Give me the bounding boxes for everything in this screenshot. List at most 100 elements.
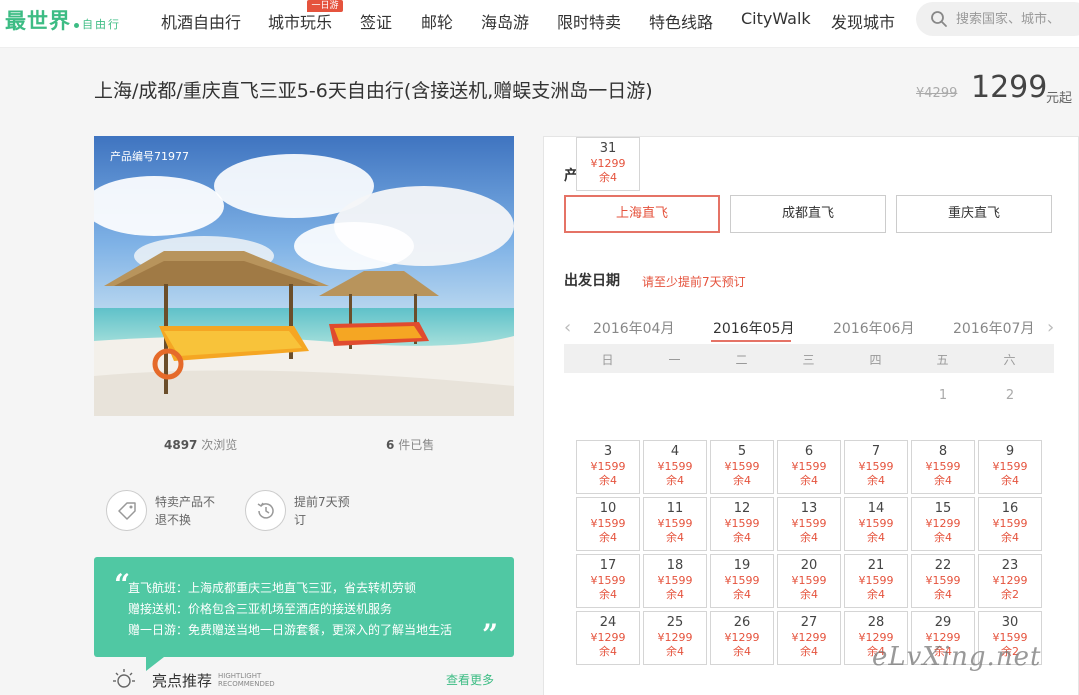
calendar-day[interactable]: 3 ¥1599 余4 [576,440,640,494]
site-logo[interactable]: 最世界 自由行 [5,5,121,35]
weekday-label: 五 [936,353,949,367]
calendar-day-number: 13 [800,501,818,516]
calendar-day[interactable]: 25 ¥1299 余4 [643,611,707,665]
calendar-day[interactable]: 19 ¥1599 余4 [710,554,774,608]
nav-item-special-routes[interactable]: 特色线路 [649,9,713,33]
month-tab[interactable]: 2016年04月 [593,318,674,338]
calendar-day[interactable]: 5 ¥1599 余4 [710,440,774,494]
calendar-day-price: ¥1599 [992,460,1028,473]
tag-icon [106,490,147,531]
calendar-day-number: 3 [603,444,613,459]
calendar-day-number: 18 [666,558,684,573]
type-button-shanghai[interactable]: 上海直飞 [564,195,720,233]
calendar-day[interactable]: 13 ¥1599 余4 [777,497,841,551]
weekday-header: 日 一 二 三 四 五 六 [564,344,1054,373]
nav-item-island[interactable]: 海岛游 [481,9,529,33]
search-box [916,2,1079,36]
prev-month-arrow-icon[interactable]: ‹ [564,317,571,338]
calendar-day-price: ¥1599 [657,460,693,473]
month-tab[interactable]: 2016年07月 [953,318,1034,338]
view-count-number: 4897 [164,438,198,452]
calendar-day[interactable]: 22 ¥1599 余4 [911,554,975,608]
calendar-day[interactable]: 27 ¥1299 余4 [777,611,841,665]
nav-item-city-fun[interactable]: 城市玩乐 [268,9,332,33]
search-icon[interactable] [930,10,948,28]
calendar-day-price: ¥1599 [791,460,827,473]
nav-item-cruise[interactable]: 邮轮 [421,9,453,33]
calendar-day-number: 19 [733,558,751,573]
type-button-chongqing[interactable]: 重庆直飞 [896,195,1052,233]
calendar-day[interactable]: 12 ¥1599 余4 [710,497,774,551]
nav-item-citywalk[interactable]: CityWalk [741,9,811,28]
calendar-day[interactable]: 18 ¥1599 余4 [643,554,707,608]
product-title: 上海/成都/重庆直飞三亚5-6天自由行(含接送机,赠蜈支洲岛一日游) [94,80,653,102]
close-quote-icon: ” [482,618,499,651]
calendar-day-price: ¥1599 [590,574,626,587]
calendar-day-remaining: 余4 [934,474,952,487]
calendar-day[interactable]: 17 ¥1599 余4 [576,554,640,608]
calendar-day-number: 17 [599,558,617,573]
calendar-day[interactable]: 26 ¥1299 余4 [710,611,774,665]
logo-sub-text: 自由行 [82,18,121,31]
weekday-label: 二 [735,353,748,367]
nav-item-flight-hotel[interactable]: 机酒自由行 [161,9,241,33]
calendar-day-price: ¥1299 [590,157,626,170]
calendar-day-number: 11 [666,501,684,516]
calendar-day-number: 4 [670,444,680,459]
calendar-day-number: 20 [800,558,818,573]
type-button-chengdu[interactable]: 成都直飞 [730,195,886,233]
calendar-day-remaining: 余4 [599,171,617,184]
calendar-day-remaining: 余4 [800,645,818,658]
calendar-day-number: 7 [871,444,881,459]
calendar-day-number: 10 [599,501,617,516]
search-input[interactable] [956,2,1079,36]
section-subtitle: HIGHTLIGHT RECOMMENDED [218,672,275,688]
calendar-day[interactable]: 24 ¥1299 余4 [576,611,640,665]
calendar-day-number: 29 [934,615,952,630]
calendar-day-number: 9 [1005,444,1015,459]
calendar-day[interactable]: 16 ¥1599 余4 [978,497,1042,551]
calendar-day[interactable]: 10 ¥1599 余4 [576,497,640,551]
original-price: ¥4299 [916,86,958,101]
nav-item-discover-city[interactable]: 发现城市 [831,9,895,33]
calendar-day-price: ¥1599 [657,517,693,530]
nav-item-flash-sale[interactable]: 限时特卖 [557,9,621,33]
see-more-link[interactable]: 查看更多 [446,671,494,688]
calendar-day-price: ¥1599 [657,574,693,587]
weekday-label: 一 [668,353,681,367]
calendar-day[interactable]: 11 ¥1599 余4 [643,497,707,551]
highlight-line: 赠一日游：免费赠送当地一日游套餐，更深入的了解当地生活 [128,623,453,637]
calendar-day[interactable]: 23 ¥1299 余2 [978,554,1042,608]
month-tab[interactable]: 2016年06月 [833,318,914,338]
calendar-day-number: 28 [867,615,885,630]
month-tab-selected[interactable]: 2016年05月 [713,318,794,338]
promise-book-ahead: 提前7天预订 [245,490,358,531]
calendar-day[interactable]: 14 ¥1599 余4 [844,497,908,551]
nav-item-visa[interactable]: 签证 [360,9,392,33]
calendar-day[interactable]: 31 ¥1299 余4 [576,137,640,191]
calendar-day-remaining: 余4 [800,588,818,601]
calendar-day-price: ¥1299 [724,631,760,644]
product-photo[interactable] [94,136,514,416]
calendar-day[interactable]: 6 ¥1599 余4 [777,440,841,494]
weekday-label: 三 [802,353,815,367]
promise-book-ahead-text: 提前7天预订 [294,494,350,527]
view-count: 4897 次浏览 [164,436,237,453]
calendar-day-remaining: 余4 [733,531,751,544]
calendar-day[interactable]: 20 ¥1599 余4 [777,554,841,608]
product-stats: 4897 次浏览 6 件已售 [94,416,514,472]
next-month-arrow-icon[interactable]: › [1047,317,1054,338]
section-en-line: RECOMMENDED [218,680,275,688]
calendar-day-remaining: 余4 [599,474,617,487]
calendar-day-price: ¥1599 [724,517,760,530]
calendar-day-number: 8 [938,444,948,459]
calendar-day-number: 25 [666,615,684,630]
calendar-day[interactable]: 21 ¥1599 余4 [844,554,908,608]
section-en-line: HIGHTLIGHT [218,672,262,680]
calendar-day[interactable]: 9 ¥1599 余4 [978,440,1042,494]
calendar-day[interactable]: 15 ¥1299 余4 [911,497,975,551]
calendar-day[interactable]: 7 ¥1599 余4 [844,440,908,494]
calendar-day[interactable]: 4 ¥1599 余4 [643,440,707,494]
calendar-day[interactable]: 8 ¥1599 余4 [911,440,975,494]
calendar-day-number: 2 [1005,388,1015,403]
